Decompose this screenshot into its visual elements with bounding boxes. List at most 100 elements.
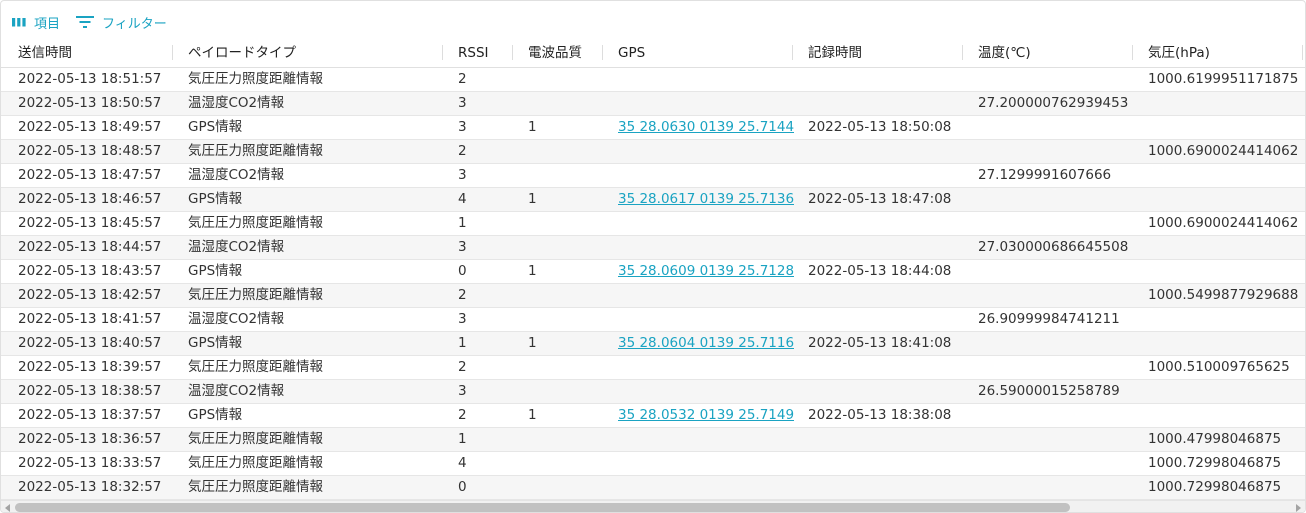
cell-payload-type: GPS情報 <box>188 407 243 423</box>
data-grid: 項目 フィルター 送信時間 ペイロードタイプ RSSI 電波品質 GPS 記録時… <box>0 0 1306 513</box>
cell-sent-time: 2022-05-13 18:33:57 <box>18 455 162 471</box>
cell-payload-type: 温湿度CO2情報 <box>188 383 285 399</box>
column-header-recorded-time[interactable]: 記録時間 <box>808 42 862 67</box>
table-row[interactable]: 2022-05-13 18:42:57 気圧圧力照度距離情報 2 1000.54998… <box>1 284 1305 308</box>
cell-sent-time: 2022-05-13 18:32:57 <box>18 479 162 495</box>
filter-button-label: フィルター <box>102 16 167 32</box>
columns-icon <box>12 16 26 28</box>
table-row[interactable]: 2022-05-13 18:49:57 GPS情報 3 1 35 28.0630 013… <box>1 116 1305 140</box>
cell-payload-type: 気圧圧力照度距離情報 <box>188 287 323 303</box>
column-header-rssi[interactable]: RSSI <box>458 42 489 67</box>
column-header-gps[interactable]: GPS <box>618 42 645 67</box>
cell-rssi: 4 <box>458 455 467 471</box>
table-row[interactable]: 2022-05-13 18:50:57 温湿度CO2情報 3 27.200000762… <box>1 92 1305 116</box>
columns-button-label: 項目 <box>34 16 61 32</box>
cell-payload-type: 温湿度CO2情報 <box>188 239 285 255</box>
cell-gps: 35 28.0609 0139 25.7128 <box>618 260 794 283</box>
cell-payload-type: 気圧圧力照度距離情報 <box>188 455 323 471</box>
cell-signal-quality: 1 <box>528 263 537 279</box>
table-row[interactable]: 2022-05-13 18:51:57 気圧圧力照度距離情報 2 1000.61999… <box>1 68 1305 92</box>
column-header-temperature[interactable]: 温度(℃) <box>978 42 1031 67</box>
cell-rssi: 3 <box>458 119 467 135</box>
cell-recorded-time: 2022-05-13 18:44:08 <box>808 263 952 279</box>
cell-signal-quality: 1 <box>528 407 537 423</box>
cell-gps: 35 28.0532 0139 25.7149 <box>618 404 794 427</box>
cell-signal-quality: 1 <box>528 119 537 135</box>
column-separator[interactable] <box>602 45 603 60</box>
filter-icon <box>76 15 94 29</box>
cell-signal-quality: 1 <box>528 335 537 351</box>
filter-button[interactable]: フィルター <box>76 13 167 32</box>
cell-rssi: 1 <box>458 215 467 231</box>
scrollbar-thumb[interactable] <box>15 503 1070 512</box>
cell-temperature: 27.030000686645508 <box>978 239 1129 255</box>
column-separator[interactable] <box>962 45 963 60</box>
table-row[interactable]: 2022-05-13 18:48:57 気圧圧力照度距離情報 2 1000.69000… <box>1 140 1305 164</box>
column-header-pressure[interactable]: 気圧(hPa) <box>1148 42 1210 67</box>
column-header-row: 送信時間 ペイロードタイプ RSSI 電波品質 GPS 記録時間 温度(℃) 気… <box>1 42 1305 68</box>
table-row[interactable]: 2022-05-13 18:39:57 気圧圧力照度距離情報 2 1000.51000… <box>1 356 1305 380</box>
cell-pressure: 1000.6199951171875 <box>1148 71 1299 87</box>
column-separator[interactable] <box>1132 45 1133 60</box>
cell-pressure: 1000.510009765625 <box>1148 359 1290 375</box>
cell-rssi: 1 <box>458 335 467 351</box>
gps-link[interactable]: 35 28.0609 0139 25.7128 <box>618 263 794 279</box>
cell-recorded-time: 2022-05-13 18:50:08 <box>808 119 952 135</box>
gps-link[interactable]: 35 28.0532 0139 25.7149 <box>618 407 794 423</box>
column-separator[interactable] <box>512 45 513 60</box>
cell-pressure: 1000.6900024414062 <box>1148 143 1299 159</box>
column-separator[interactable] <box>172 45 173 60</box>
cell-sent-time: 2022-05-13 18:48:57 <box>18 143 162 159</box>
grid-toolbar: 項目 フィルター <box>1 1 1305 43</box>
column-separator[interactable] <box>442 45 443 60</box>
scroll-right-arrow-icon[interactable] <box>1296 504 1301 512</box>
table-row[interactable]: 2022-05-13 18:32:57 気圧圧力照度距離情報 0 1000.72998… <box>1 476 1305 500</box>
horizontal-scrollbar[interactable] <box>1 500 1305 512</box>
table-row[interactable]: 2022-05-13 18:33:57 気圧圧力照度距離情報 4 1000.72998… <box>1 452 1305 476</box>
table-row[interactable]: 2022-05-13 18:45:57 気圧圧力照度距離情報 1 1000.69000… <box>1 212 1305 236</box>
scroll-left-arrow-icon[interactable] <box>5 504 10 512</box>
gps-link[interactable]: 35 28.0630 0139 25.7144 <box>618 119 794 135</box>
cell-recorded-time: 2022-05-13 18:47:08 <box>808 191 952 207</box>
table-row[interactable]: 2022-05-13 18:47:57 温湿度CO2情報 3 27.129999160… <box>1 164 1305 188</box>
gps-link[interactable]: 35 28.0617 0139 25.7136 <box>618 191 794 207</box>
cell-payload-type: 気圧圧力照度距離情報 <box>188 71 323 87</box>
cell-rssi: 1 <box>458 431 467 447</box>
cell-payload-type: GPS情報 <box>188 263 243 279</box>
cell-rssi: 2 <box>458 71 467 87</box>
table-row[interactable]: 2022-05-13 18:41:57 温湿度CO2情報 3 26.909999847… <box>1 308 1305 332</box>
gps-link[interactable]: 35 28.0604 0139 25.7116 <box>618 335 794 351</box>
cell-rssi: 4 <box>458 191 467 207</box>
column-header-sent-time[interactable]: 送信時間 <box>18 42 72 67</box>
cell-gps: 35 28.0604 0139 25.7116 <box>618 332 794 355</box>
column-header-signal-quality[interactable]: 電波品質 <box>528 42 582 67</box>
cell-sent-time: 2022-05-13 18:44:57 <box>18 239 162 255</box>
table-row[interactable]: 2022-05-13 18:46:57 GPS情報 4 1 35 28.0617 013… <box>1 188 1305 212</box>
cell-sent-time: 2022-05-13 18:39:57 <box>18 359 162 375</box>
columns-button[interactable]: 項目 <box>12 13 61 32</box>
cell-rssi: 3 <box>458 383 467 399</box>
cell-sent-time: 2022-05-13 18:38:57 <box>18 383 162 399</box>
grid-body: 2022-05-13 18:51:57 気圧圧力照度距離情報 2 1000.61999… <box>1 68 1305 500</box>
cell-payload-type: GPS情報 <box>188 119 243 135</box>
cell-temperature: 26.59000015258789 <box>978 383 1120 399</box>
cell-sent-time: 2022-05-13 18:46:57 <box>18 191 162 207</box>
table-row[interactable]: 2022-05-13 18:37:57 GPS情報 2 1 35 28.0532 013… <box>1 404 1305 428</box>
column-separator[interactable] <box>1302 45 1303 60</box>
column-separator[interactable] <box>792 45 793 60</box>
cell-signal-quality: 1 <box>528 191 537 207</box>
table-row[interactable]: 2022-05-13 18:36:57 気圧圧力照度距離情報 1 1000.47998… <box>1 428 1305 452</box>
cell-pressure: 1000.5499877929688 <box>1148 287 1299 303</box>
cell-sent-time: 2022-05-13 18:36:57 <box>18 431 162 447</box>
column-header-payload-type[interactable]: ペイロードタイプ <box>188 42 296 67</box>
table-row[interactable]: 2022-05-13 18:40:57 GPS情報 1 1 35 28.0604 013… <box>1 332 1305 356</box>
table-row[interactable]: 2022-05-13 18:44:57 温湿度CO2情報 3 27.030000686… <box>1 236 1305 260</box>
cell-rssi: 0 <box>458 479 467 495</box>
table-row[interactable]: 2022-05-13 18:43:57 GPS情報 0 1 35 28.0609 013… <box>1 260 1305 284</box>
table-row[interactable]: 2022-05-13 18:38:57 温湿度CO2情報 3 26.590000152… <box>1 380 1305 404</box>
cell-sent-time: 2022-05-13 18:45:57 <box>18 215 162 231</box>
cell-rssi: 3 <box>458 311 467 327</box>
cell-rssi: 2 <box>458 359 467 375</box>
cell-pressure: 1000.72998046875 <box>1148 479 1282 495</box>
cell-sent-time: 2022-05-13 18:40:57 <box>18 335 162 351</box>
